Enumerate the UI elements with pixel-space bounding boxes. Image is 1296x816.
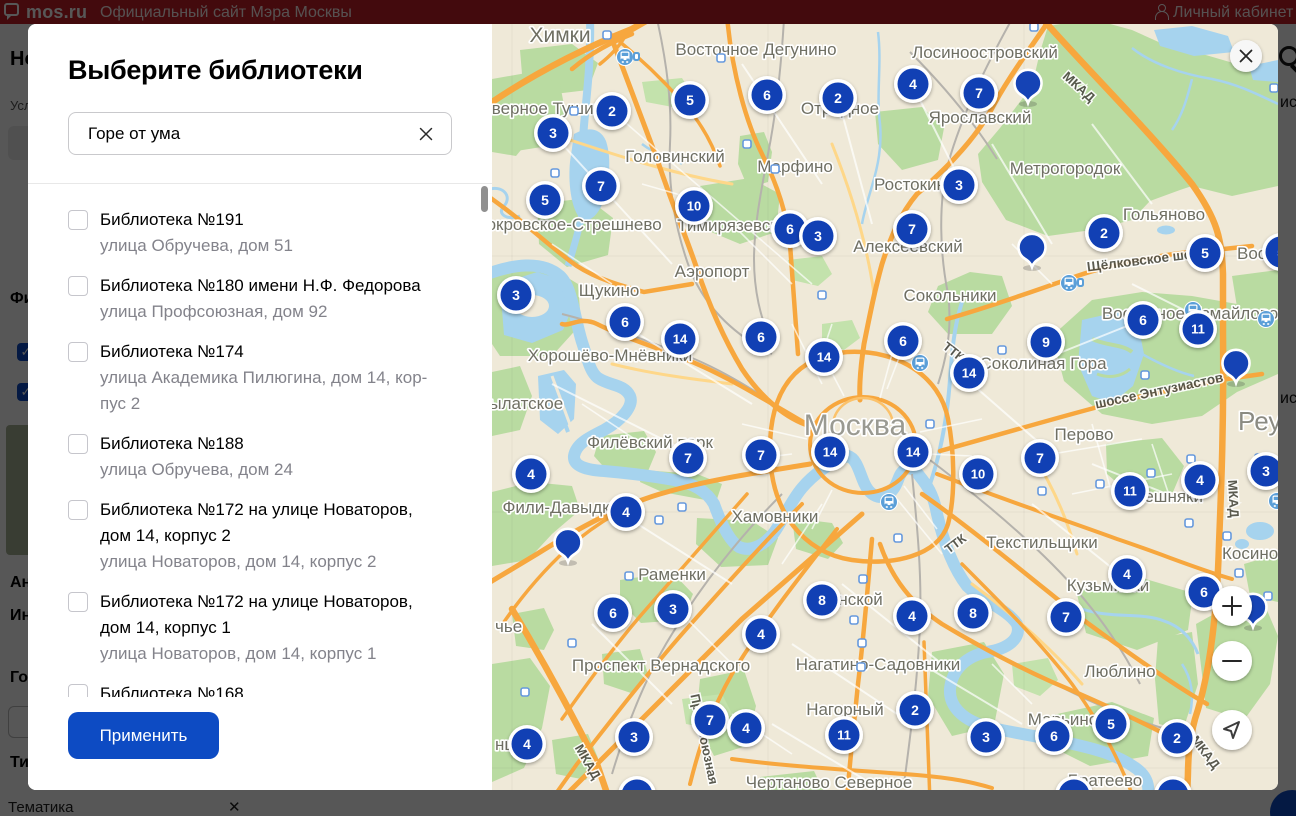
svg-text:5: 5 <box>1107 716 1115 732</box>
svg-text:Люблино: Люблино <box>1084 662 1155 681</box>
svg-text:5: 5 <box>1277 244 1278 260</box>
svg-text:4: 4 <box>527 466 535 482</box>
svg-text:6: 6 <box>621 314 629 330</box>
svg-text:11: 11 <box>1123 484 1137 499</box>
svg-text:Нагатино-Садовники: Нагатино-Садовники <box>796 655 961 674</box>
svg-text:Крылатское: Крылатское <box>492 394 563 413</box>
svg-text:3: 3 <box>549 125 557 141</box>
svg-text:6: 6 <box>763 87 771 103</box>
svg-text:14: 14 <box>906 445 921 460</box>
svg-text:6: 6 <box>1139 312 1147 328</box>
svg-text:2: 2 <box>1173 730 1181 746</box>
svg-text:Химки: Химки <box>529 24 590 47</box>
svg-text:9: 9 <box>1042 334 1050 350</box>
svg-text:4: 4 <box>1123 566 1131 582</box>
svg-text:14: 14 <box>823 445 838 460</box>
svg-text:3: 3 <box>630 729 638 745</box>
svg-text:Марфино: Марфино <box>757 157 833 176</box>
svg-text:Чертаново Северное: Чертаново Северное <box>746 773 913 790</box>
svg-text:3: 3 <box>669 601 677 617</box>
svg-text:6: 6 <box>1200 584 1208 600</box>
svg-text:2: 2 <box>1169 787 1177 790</box>
svg-text:Гольяново: Гольяново <box>1123 205 1205 224</box>
svg-text:6: 6 <box>899 333 907 349</box>
svg-text:Аэропорт: Аэропорт <box>675 262 750 281</box>
svg-text:Головинский: Головинский <box>625 147 725 166</box>
svg-text:Щукино: Щукино <box>579 281 640 300</box>
svg-text:Восточное Дегунино: Восточное Дегунино <box>675 40 836 59</box>
svg-text:10: 10 <box>971 467 985 482</box>
svg-text:4: 4 <box>757 626 765 642</box>
svg-text:3: 3 <box>512 287 520 303</box>
svg-text:Покровское-Стрешнево: Покровское-Стрешнево <box>492 215 662 234</box>
svg-text:Ростокин: Ростокин <box>874 175 946 194</box>
svg-text:Метрогородок: Метрогородок <box>1010 159 1121 178</box>
svg-text:Лосиноостровский: Лосиноостровский <box>912 43 1058 62</box>
svg-text:6: 6 <box>1050 728 1058 744</box>
svg-text:3: 3 <box>982 729 990 745</box>
svg-text:Проспект Вернадского: Проспект Вернадского <box>572 656 750 675</box>
svg-text:5: 5 <box>541 192 549 208</box>
svg-text:Хамовники: Хамовники <box>732 507 819 526</box>
svg-text:8: 8 <box>969 605 977 621</box>
svg-text:7: 7 <box>706 712 714 728</box>
svg-text:4: 4 <box>742 720 750 736</box>
svg-text:10: 10 <box>687 199 701 214</box>
svg-text:7: 7 <box>1062 609 1070 625</box>
svg-text:4: 4 <box>909 76 917 92</box>
svg-text:5: 5 <box>686 92 694 108</box>
svg-text:2: 2 <box>834 90 842 106</box>
svg-text:Раменки: Раменки <box>638 565 706 584</box>
svg-text:7: 7 <box>597 178 605 194</box>
svg-text:14: 14 <box>817 350 832 365</box>
svg-text:7: 7 <box>684 450 692 466</box>
svg-text:8: 8 <box>633 787 641 790</box>
svg-text:МКАД: МКАД <box>1225 479 1242 518</box>
svg-text:11: 11 <box>837 728 851 743</box>
svg-text:6: 6 <box>1070 787 1078 790</box>
svg-text:3: 3 <box>1262 463 1270 479</box>
svg-text:7: 7 <box>975 85 983 101</box>
svg-text:4: 4 <box>523 736 531 752</box>
svg-text:4: 4 <box>908 608 916 624</box>
svg-text:3: 3 <box>814 228 822 244</box>
svg-text:7: 7 <box>757 447 765 463</box>
svg-text:4: 4 <box>622 504 630 520</box>
svg-text:Текстильщики: Текстильщики <box>986 533 1098 552</box>
svg-text:2: 2 <box>1100 225 1108 241</box>
svg-text:3: 3 <box>955 177 963 193</box>
svg-text:6: 6 <box>786 221 794 237</box>
svg-text:8: 8 <box>818 592 826 608</box>
svg-text:4: 4 <box>1196 472 1204 488</box>
svg-text:Сокольники: Сокольники <box>903 286 996 305</box>
svg-text:2: 2 <box>911 702 919 718</box>
svg-text:7: 7 <box>908 221 916 237</box>
svg-text:чье: чье <box>495 617 522 636</box>
svg-text:6: 6 <box>609 605 617 621</box>
svg-text:14: 14 <box>962 366 977 381</box>
svg-text:6: 6 <box>757 329 765 345</box>
svg-text:Реутов: Реутов <box>1238 406 1278 436</box>
svg-text:Косино-Ухтомский: Косино-Ухтомский <box>1222 544 1278 563</box>
svg-text:Перово: Перово <box>1055 425 1114 444</box>
svg-text:11: 11 <box>1191 322 1205 337</box>
svg-text:7: 7 <box>1036 450 1044 466</box>
svg-text:5: 5 <box>1201 245 1209 261</box>
svg-text:14: 14 <box>673 332 688 347</box>
svg-text:2: 2 <box>608 103 616 119</box>
